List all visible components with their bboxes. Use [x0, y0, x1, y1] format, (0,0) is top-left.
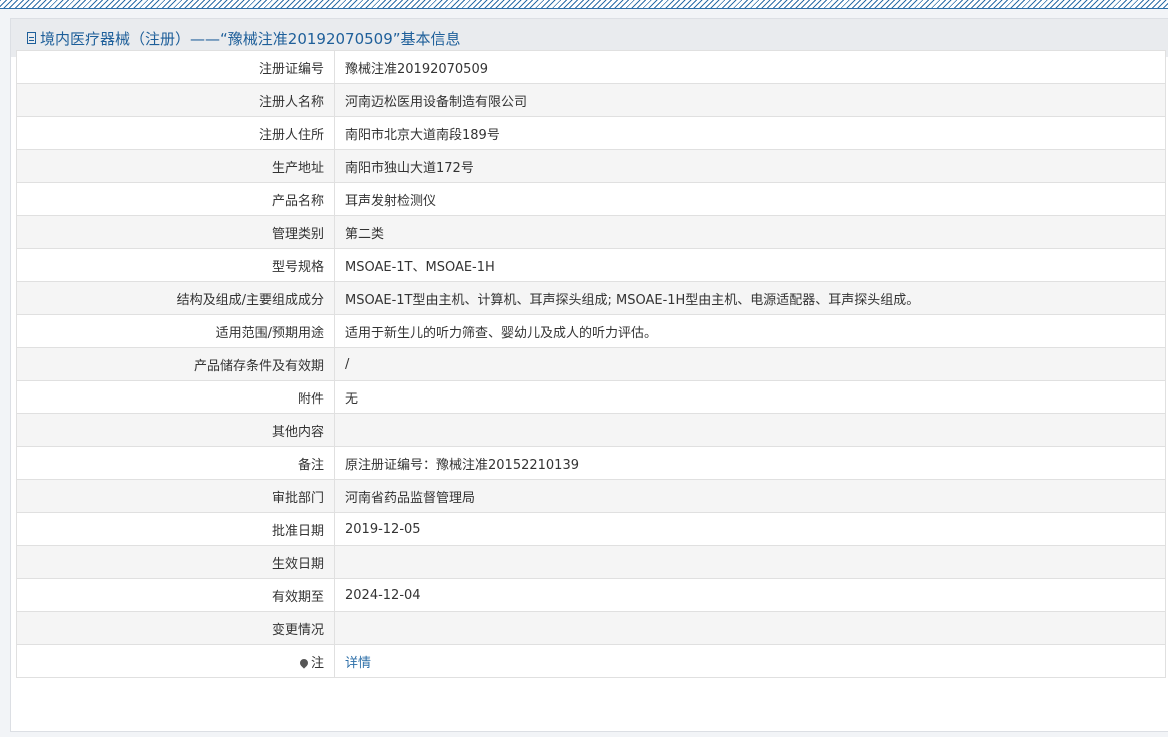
row-value: 耳声发射检测仪 [334, 182, 1166, 216]
row-label: 审批部门 [16, 479, 335, 513]
table-row: 变更情况 [16, 611, 1166, 645]
row-label: 注册人住所 [16, 116, 335, 150]
row-value: 无 [334, 380, 1166, 414]
table-row-note: 注 详情 [16, 644, 1166, 678]
table-row: 适用范围/预期用途 适用于新生儿的听力筛查、婴幼儿及成人的听力评估。 [16, 314, 1166, 348]
row-value: 南阳市独山大道172号 [334, 149, 1166, 183]
row-label: 变更情况 [16, 611, 335, 645]
note-label: 注 [310, 655, 324, 671]
row-label: 注册证编号 [16, 50, 335, 84]
table-row: 结构及组成/主要组成成分 MSOAE-1T型由主机、计算机、耳声探头组成; MS… [16, 281, 1166, 315]
row-label: 备注 [16, 446, 335, 480]
row-label: 管理类别 [16, 215, 335, 249]
row-label: 生产地址 [16, 149, 335, 183]
table-row: 其他内容 [16, 413, 1166, 447]
row-value: 原注册证编号：豫械注准20152210139 [334, 446, 1166, 480]
row-value [334, 413, 1166, 447]
row-value: 适用于新生儿的听力筛查、婴幼儿及成人的听力评估。 [334, 314, 1166, 348]
table-row: 附件 无 [16, 380, 1166, 414]
row-value: 2019-12-05 [334, 512, 1166, 546]
row-label: 有效期至 [16, 578, 335, 612]
table-row: 有效期至 2024-12-04 [16, 578, 1166, 612]
pin-icon [298, 657, 310, 669]
document-icon [27, 32, 36, 44]
note-value-cell: 详情 [334, 644, 1166, 678]
row-value: 豫械注准20192070509 [334, 50, 1166, 84]
row-label: 结构及组成/主要组成成分 [16, 281, 335, 315]
table-row: 生效日期 [16, 545, 1166, 579]
row-value [334, 545, 1166, 579]
info-table: 注册证编号 豫械注准20192070509 注册人名称 河南迈松医用设备制造有限… [16, 50, 1166, 678]
table-row: 注册人住所 南阳市北京大道南段189号 [16, 116, 1166, 150]
table-row: 注册人名称 河南迈松医用设备制造有限公司 [16, 83, 1166, 117]
row-value: 第二类 [334, 215, 1166, 249]
table-row: 产品名称 耳声发射检测仪 [16, 182, 1166, 216]
top-decorative-stripe [0, 0, 1168, 9]
row-value: 2024-12-04 [334, 578, 1166, 612]
row-label: 批准日期 [16, 512, 335, 546]
table-row: 批准日期 2019-12-05 [16, 512, 1166, 546]
row-value: MSOAE-1T型由主机、计算机、耳声探头组成; MSOAE-1H型由主机、电源… [334, 281, 1166, 315]
note-label-cell: 注 [16, 644, 335, 678]
row-label: 型号规格 [16, 248, 335, 282]
row-label: 生效日期 [16, 545, 335, 579]
row-value: / [334, 347, 1166, 381]
row-label: 产品储存条件及有效期 [16, 347, 335, 381]
row-value [334, 611, 1166, 645]
details-link[interactable]: 详情 [345, 656, 371, 671]
row-value: 河南迈松医用设备制造有限公司 [334, 83, 1166, 117]
table-row: 备注 原注册证编号：豫械注准20152210139 [16, 446, 1166, 480]
page-title: 境内医疗器械（注册）——“豫械注准20192070509”基本信息 [40, 29, 461, 48]
row-label: 产品名称 [16, 182, 335, 216]
row-label: 附件 [16, 380, 335, 414]
row-value: 河南省药品监督管理局 [334, 479, 1166, 513]
row-value: 南阳市北京大道南段189号 [334, 116, 1166, 150]
row-label: 注册人名称 [16, 83, 335, 117]
table-row: 生产地址 南阳市独山大道172号 [16, 149, 1166, 183]
table-row: 审批部门 河南省药品监督管理局 [16, 479, 1166, 513]
row-label: 其他内容 [16, 413, 335, 447]
table-row: 型号规格 MSOAE-1T、MSOAE-1H [16, 248, 1166, 282]
table-row: 管理类别 第二类 [16, 215, 1166, 249]
row-value: MSOAE-1T、MSOAE-1H [334, 248, 1166, 282]
row-label: 适用范围/预期用途 [16, 314, 335, 348]
table-row: 注册证编号 豫械注准20192070509 [16, 50, 1166, 84]
table-row: 产品储存条件及有效期 / [16, 347, 1166, 381]
